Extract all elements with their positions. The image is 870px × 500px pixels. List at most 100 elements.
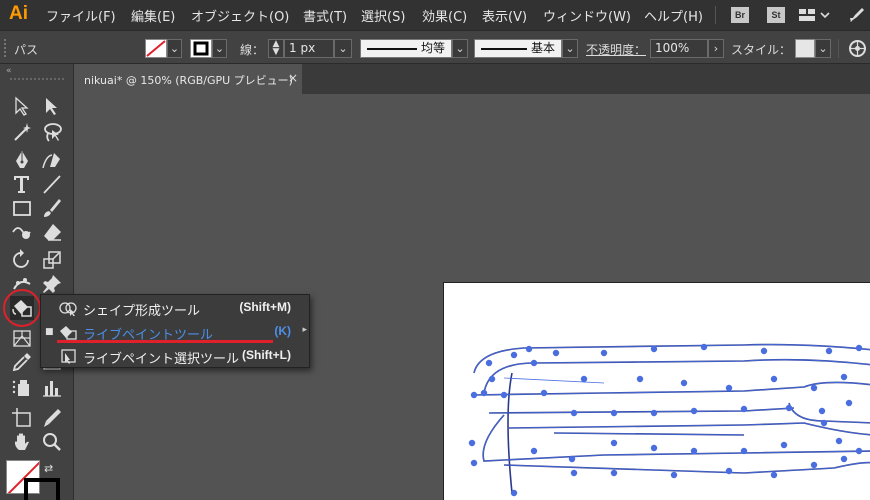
- eyedropper-tool[interactable]: [10, 350, 34, 374]
- perspective-grid-tool[interactable]: [10, 326, 34, 350]
- bar-graph-icon: [43, 381, 61, 397]
- type-tool[interactable]: [10, 172, 34, 196]
- brush-dropdown[interactable]: ⌄: [562, 39, 578, 58]
- free-transform-tool[interactable]: [40, 272, 64, 296]
- document-tab[interactable]: nikuai* @ 150% (RGB/GPU プレビュー): [74, 64, 302, 94]
- rotate-tool[interactable]: [10, 248, 34, 272]
- flyout-item-shortcut: (K): [274, 324, 291, 338]
- rotate-icon: [13, 249, 29, 268]
- rocket-button[interactable]: [847, 5, 867, 25]
- annotation-underline: [57, 340, 273, 343]
- stroke-dropdown[interactable]: ⌄: [212, 39, 227, 58]
- menu-view[interactable]: 表示(V): [482, 6, 527, 25]
- panel-grip[interactable]: [10, 78, 64, 80]
- control-bar: パス ⌄ ⌄ 線： ▲ ▼ 1 px ⌄ 均等 ⌄ 基本 ⌄ 不透明度： 100%…: [0, 30, 870, 64]
- recolor-button[interactable]: [848, 39, 867, 58]
- menu-effect[interactable]: 効果(C): [422, 6, 467, 25]
- stroke-weight-input[interactable]: 1 px: [284, 39, 334, 58]
- color-wheel-icon: [849, 40, 866, 57]
- variable-width-profile[interactable]: 均等: [360, 39, 452, 58]
- menu-help[interactable]: ヘルプ(H): [644, 6, 703, 25]
- style-dropdown[interactable]: ⌄: [815, 39, 831, 58]
- selected-bullet-icon: ■: [45, 327, 54, 337]
- tool-flyout-menu: シェイプ形成ツール (Shift+M) ■ ライブペイントツール (K) ライブ…: [40, 294, 310, 368]
- collapse-panel-icon[interactable]: «: [6, 66, 12, 76]
- stroke-swatch[interactable]: [190, 39, 212, 58]
- paintbrush-tool[interactable]: [40, 196, 64, 220]
- swap-fill-stroke-icon[interactable]: ⇄: [44, 462, 53, 475]
- pen-nib-icon: [16, 151, 28, 168]
- rectangle-tool[interactable]: [10, 196, 34, 220]
- selection-tool[interactable]: [40, 94, 64, 118]
- shape-builder-tool-item[interactable]: シェイプ形成ツール (Shift+M): [41, 297, 309, 319]
- lasso-icon: [44, 123, 62, 142]
- bridge-button[interactable]: Br: [731, 7, 749, 23]
- magic-wand-tool[interactable]: [10, 120, 34, 144]
- stroke-weight-dropdown[interactable]: ⌄: [334, 39, 352, 58]
- eyedropper-icon: [12, 353, 31, 372]
- shaper-tool[interactable]: [10, 220, 34, 244]
- profile-label: 均等: [421, 41, 446, 55]
- divider: [838, 39, 839, 58]
- line-segment-tool[interactable]: [40, 172, 64, 196]
- opacity-input[interactable]: 100%: [650, 39, 708, 58]
- layout-grid-icon: [799, 9, 830, 21]
- hollow-arrow-icon: [15, 96, 29, 116]
- document-tab-bar: nikuai* @ 150% (RGB/GPU プレビュー) ×: [74, 64, 870, 94]
- brush-label: 基本: [531, 41, 556, 55]
- lasso-tool[interactable]: [40, 120, 64, 144]
- opacity-label[interactable]: 不透明度：: [586, 41, 646, 58]
- artboard[interactable]: [443, 282, 870, 500]
- brush-definition[interactable]: 基本: [474, 39, 562, 58]
- hand-icon: [15, 433, 29, 450]
- fill-swatch[interactable]: [145, 39, 167, 58]
- flyout-item-label: ライブペイント選択ツール: [83, 352, 240, 367]
- stock-button[interactable]: St: [767, 7, 785, 23]
- curvature-tool[interactable]: [40, 148, 64, 172]
- flyout-item-shortcut: (Shift+M): [239, 300, 291, 314]
- pen-tool[interactable]: [10, 148, 34, 172]
- profile-dropdown[interactable]: ⌄: [452, 39, 468, 58]
- menu-object[interactable]: オブジェクト(O): [191, 6, 289, 25]
- selection-type-label: パス: [14, 43, 39, 57]
- fill-dropdown[interactable]: ⌄: [167, 39, 182, 58]
- profile-line-icon: [367, 48, 417, 50]
- flyout-item-shortcut: (Shift+L): [242, 348, 291, 362]
- zoom-tool[interactable]: [40, 430, 64, 454]
- menu-select[interactable]: 選択(S): [361, 6, 405, 25]
- workspace-layout-button[interactable]: [797, 6, 831, 24]
- artboard-icon: [12, 408, 31, 427]
- column-graph-tool[interactable]: [40, 376, 64, 400]
- pin-icon: [43, 275, 61, 293]
- shaper-icon: [12, 227, 31, 239]
- menu-edit[interactable]: 編集(E): [131, 6, 175, 25]
- grip-handle[interactable]: [4, 39, 6, 57]
- perspective-grid-icon: [13, 330, 31, 347]
- none-fill-icon: [146, 40, 166, 57]
- close-tab-icon[interactable]: ×: [288, 71, 298, 85]
- menu-file[interactable]: ファイル(F): [46, 6, 116, 25]
- stroke-label: 線：: [240, 43, 265, 57]
- style-label: スタイル：: [731, 43, 792, 57]
- slice-tool[interactable]: [40, 406, 64, 430]
- scale-tool[interactable]: [40, 248, 64, 272]
- hand-tool[interactable]: [10, 430, 34, 454]
- menu-window[interactable]: ウィンドウ(W): [543, 6, 631, 25]
- magnifier-icon: [43, 433, 61, 451]
- scale-icon: [43, 251, 61, 269]
- menu-type[interactable]: 書式(T): [303, 6, 347, 25]
- shape-builder-icon: [59, 302, 77, 316]
- curvature-pen-icon: [42, 153, 60, 169]
- direct-selection-tool[interactable]: [10, 94, 34, 118]
- divider: [715, 6, 716, 24]
- stroke-color-box[interactable]: [24, 478, 60, 500]
- artboard-tool[interactable]: [10, 406, 34, 430]
- graphic-style-swatch[interactable]: [795, 39, 815, 58]
- symbol-sprayer-icon: [12, 380, 29, 396]
- opacity-slider-button[interactable]: ›: [708, 39, 724, 58]
- eraser-tool[interactable]: [40, 220, 64, 244]
- tearoff-arrow-icon[interactable]: ▸: [302, 325, 307, 335]
- symbol-sprayer-tool[interactable]: [10, 376, 34, 400]
- live-paint-selection-item[interactable]: ライブペイント選択ツール (Shift+L): [41, 345, 309, 367]
- stroke-weight-stepper[interactable]: ▲ ▼: [268, 39, 284, 58]
